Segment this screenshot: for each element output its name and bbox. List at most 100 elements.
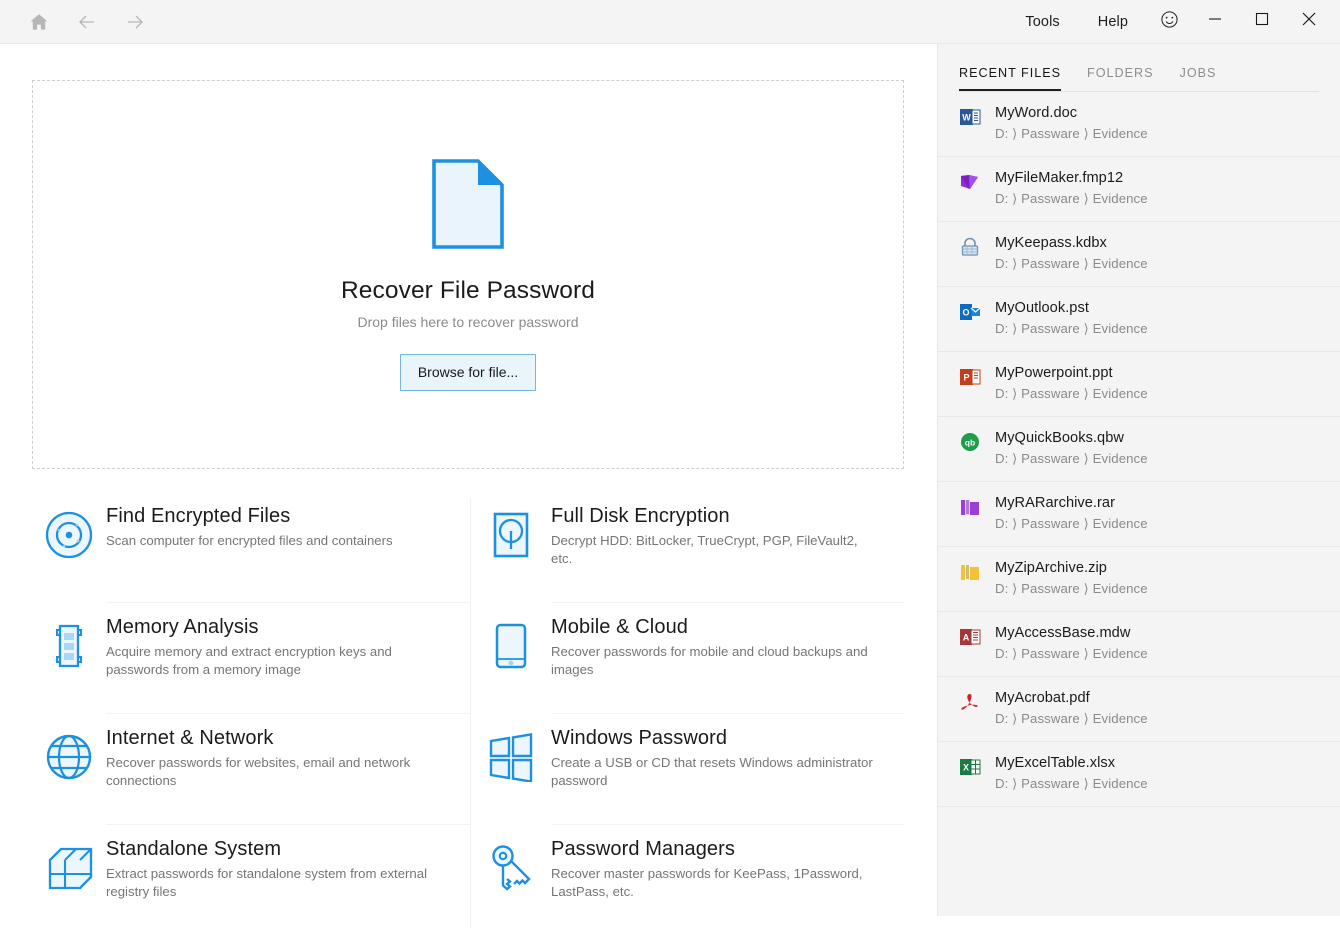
file-path: D: ⟩ Passware ⟩ Evidence	[995, 191, 1148, 206]
file-path: D: ⟩ Passware ⟩ Evidence	[995, 581, 1148, 596]
list-item[interactable]: MyRARarchive.rar D: ⟩ Passware ⟩ Evidenc…	[938, 482, 1340, 547]
file-name: MyZipArchive.zip	[995, 560, 1107, 576]
feature-text: Full Disk Encryption Decrypt HDD: BitLoc…	[551, 504, 904, 602]
list-item[interactable]: W MyWord.doc D: ⟩ Passware ⟩ Evidence	[938, 92, 1340, 157]
recent-files-list: W MyWord.doc D: ⟩ Passware ⟩ Evidence My…	[938, 92, 1340, 807]
feature-text: Mobile & Cloud Recover passwords for mob…	[551, 615, 904, 713]
feature-text: Password Managers Recover master passwor…	[551, 837, 904, 935]
list-item[interactable]: A MyAccessBase.mdw D: ⟩ Passware ⟩ Evide…	[938, 612, 1340, 677]
keys-icon	[471, 837, 551, 935]
keepass-file-icon	[959, 234, 995, 258]
feature-title: Windows Password	[551, 727, 728, 749]
navigation-group	[0, 5, 152, 39]
list-item[interactable]: MyKeepass.kdbx D: ⟩ Passware ⟩ Evidence	[938, 222, 1340, 287]
file-meta: MyWord.doc D: ⟩ Passware ⟩ Evidence	[995, 104, 1322, 142]
feature-text: Internet & Network Recover passwords for…	[106, 726, 470, 824]
feature-description: Scan computer for encrypted files and co…	[106, 533, 393, 548]
file-name: MyExcelTable.xlsx	[995, 755, 1116, 771]
feature-title: Internet & Network	[106, 727, 274, 749]
list-item[interactable]: P MyPowerpoint.ppt D: ⟩ Passware ⟩ Evide…	[938, 352, 1340, 417]
minimize-button[interactable]	[1191, 0, 1238, 44]
feature-password-managers[interactable]: Password Managers Recover master passwor…	[471, 825, 904, 935]
home-button[interactable]	[22, 5, 56, 39]
windows-logo-icon	[471, 726, 551, 824]
file-name: MyQuickBooks.qbw	[995, 430, 1124, 446]
title-bar: Tools Help	[0, 0, 1340, 44]
feature-find-encrypted-files[interactable]: Find Encrypted Files Scan computer for e…	[32, 492, 470, 602]
close-button[interactable]	[1285, 0, 1332, 44]
feature-text: Find Encrypted Files Scan computer for e…	[106, 504, 470, 602]
powerpoint-file-icon: P	[959, 364, 995, 388]
file-drop-zone[interactable]: Recover File Password Drop files here to…	[32, 80, 904, 469]
file-meta: MyExcelTable.xlsx D: ⟩ Passware ⟩ Eviden…	[995, 754, 1322, 792]
feature-title: Find Encrypted Files	[106, 505, 291, 527]
sidebar: RECENT FILES FOLDERS JOBS W MyWord.doc D…	[937, 44, 1340, 916]
feature-windows-password[interactable]: Windows Password Create a USB or CD that…	[471, 714, 904, 824]
feature-internet-network[interactable]: Internet & Network Recover passwords for…	[32, 714, 470, 824]
globe-icon	[32, 726, 106, 824]
feature-memory-analysis[interactable]: Memory Analysis Acquire memory and extra…	[32, 603, 470, 713]
close-icon	[1301, 11, 1317, 32]
maximize-button[interactable]	[1238, 0, 1285, 44]
file-path: D: ⟩ Passware ⟩ Evidence	[995, 646, 1148, 661]
file-path: D: ⟩ Passware ⟩ Evidence	[995, 711, 1148, 726]
menu-tools[interactable]: Tools	[1006, 0, 1078, 44]
feature-description: Create a USB or CD that resets Windows a…	[551, 755, 873, 788]
file-meta: MyFileMaker.fmp12 D: ⟩ Passware ⟩ Eviden…	[995, 169, 1322, 207]
document-icon	[431, 158, 505, 255]
file-meta: MyAcrobat.pdf D: ⟩ Passware ⟩ Evidence	[995, 689, 1322, 727]
feature-title: Password Managers	[551, 838, 736, 860]
svg-text:P: P	[963, 373, 969, 383]
browse-for-file-button[interactable]: Browse for file...	[399, 354, 537, 391]
back-button[interactable]	[70, 5, 104, 39]
feature-column-right: Full Disk Encryption Decrypt HDD: BitLoc…	[471, 492, 904, 935]
file-meta: MyOutlook.pst D: ⟩ Passware ⟩ Evidence	[995, 299, 1322, 337]
file-name: MyAcrobat.pdf	[995, 690, 1090, 706]
file-path: D: ⟩ Passware ⟩ Evidence	[995, 516, 1148, 531]
feature-grid: Find Encrypted Files Scan computer for e…	[32, 492, 904, 935]
feedback-button[interactable]	[1147, 0, 1191, 44]
file-meta: MyRARarchive.rar D: ⟩ Passware ⟩ Evidenc…	[995, 494, 1322, 532]
zip-file-icon	[959, 559, 995, 583]
outlook-file-icon: O	[959, 299, 995, 323]
svg-text:X: X	[963, 763, 969, 773]
feature-full-disk-encryption[interactable]: Full Disk Encryption Decrypt HDD: BitLoc…	[471, 492, 904, 602]
feature-description: Recover passwords for websites, email an…	[106, 755, 411, 788]
forward-arrow-icon	[123, 10, 147, 34]
file-path: D: ⟩ Passware ⟩ Evidence	[995, 126, 1148, 141]
tab-recent-files[interactable]: RECENT FILES	[959, 66, 1062, 91]
list-item[interactable]: qb MyQuickBooks.qbw D: ⟩ Passware ⟩ Evid…	[938, 417, 1340, 482]
memory-module-icon	[32, 615, 106, 713]
list-item[interactable]: MyFileMaker.fmp12 D: ⟩ Passware ⟩ Eviden…	[938, 157, 1340, 222]
forward-button[interactable]	[118, 5, 152, 39]
feature-description: Recover master passwords for KeePass, 1P…	[551, 866, 863, 899]
drop-zone-subtitle: Drop files here to recover password	[357, 314, 579, 330]
file-meta: MyAccessBase.mdw D: ⟩ Passware ⟩ Evidenc…	[995, 624, 1322, 662]
hard-disk-icon	[471, 504, 551, 602]
quickbooks-file-icon: qb	[959, 429, 995, 453]
feature-text: Standalone System Extract passwords for …	[106, 837, 470, 935]
main-content: Recover File Password Drop files here to…	[0, 44, 937, 929]
tab-jobs[interactable]: JOBS	[1180, 66, 1217, 91]
feature-mobile-cloud[interactable]: Mobile & Cloud Recover passwords for mob…	[471, 603, 904, 713]
feature-title: Memory Analysis	[106, 616, 259, 638]
list-item[interactable]: O MyOutlook.pst D: ⟩ Passware ⟩ Evidence	[938, 287, 1340, 352]
access-file-icon: A	[959, 624, 995, 648]
file-path: D: ⟩ Passware ⟩ Evidence	[995, 451, 1148, 466]
list-item[interactable]: MyAcrobat.pdf D: ⟩ Passware ⟩ Evidence	[938, 677, 1340, 742]
minimize-icon	[1208, 12, 1222, 31]
feature-title: Full Disk Encryption	[551, 505, 730, 527]
home-icon	[28, 11, 50, 33]
menu-group: Tools Help	[1006, 0, 1340, 44]
back-arrow-icon	[75, 10, 99, 34]
drop-zone-title: Recover File Password	[341, 277, 595, 304]
word-file-icon: W	[959, 104, 995, 128]
feature-description: Acquire memory and extract encryption ke…	[106, 644, 392, 677]
mobile-phone-icon	[471, 615, 551, 713]
list-item[interactable]: MyZipArchive.zip D: ⟩ Passware ⟩ Evidenc…	[938, 547, 1340, 612]
file-path: D: ⟩ Passware ⟩ Evidence	[995, 321, 1148, 336]
feature-standalone-system[interactable]: Standalone System Extract passwords for …	[32, 825, 470, 935]
tab-folders[interactable]: FOLDERS	[1087, 66, 1153, 91]
menu-help[interactable]: Help	[1079, 0, 1147, 44]
list-item[interactable]: X MyExcelTable.xlsx D: ⟩ Passware ⟩ Evid…	[938, 742, 1340, 807]
